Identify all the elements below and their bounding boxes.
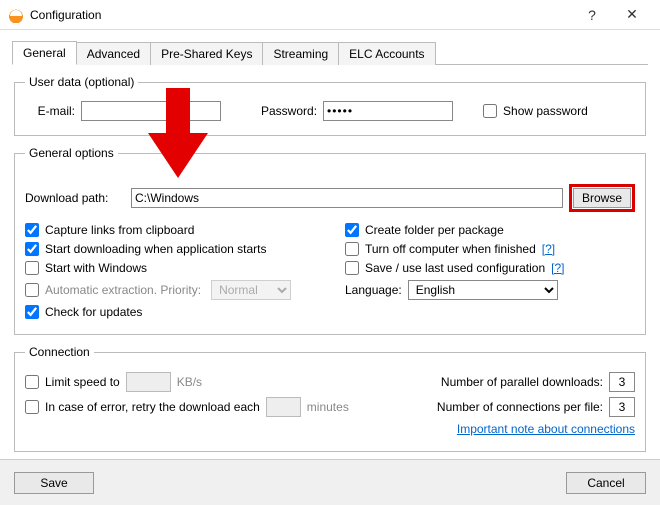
start-downloading-checkbox[interactable]	[25, 242, 39, 256]
password-field[interactable]	[323, 101, 453, 121]
email-field[interactable]	[81, 101, 221, 121]
browse-highlight: Browse	[569, 184, 635, 212]
general-options-legend: General options	[25, 146, 118, 160]
general-options-group: General options Download path: Browse Ca…	[14, 146, 646, 335]
tab-advanced[interactable]: Advanced	[76, 42, 151, 65]
save-button[interactable]: Save	[14, 472, 94, 494]
user-data-legend: User data (optional)	[25, 75, 138, 89]
start-downloading-label: Start downloading when application start…	[45, 242, 266, 256]
download-path-field[interactable]	[131, 188, 563, 208]
capture-links-checkbox[interactable]	[25, 223, 39, 237]
capture-links-label: Capture links from clipboard	[45, 223, 194, 237]
app-icon	[8, 7, 24, 23]
tab-streaming[interactable]: Streaming	[262, 42, 339, 65]
email-label: E-mail:	[25, 104, 75, 118]
footer: Save Cancel	[0, 459, 660, 505]
tab-preshared-keys[interactable]: Pre-Shared Keys	[150, 42, 263, 65]
priority-select: Normal	[211, 280, 291, 300]
help-button[interactable]: ?	[572, 1, 612, 29]
save-last-checkbox[interactable]	[345, 261, 359, 275]
turn-off-checkbox[interactable]	[345, 242, 359, 256]
window-title: Configuration	[30, 8, 101, 22]
parallel-downloads-field[interactable]	[609, 372, 635, 392]
language-select[interactable]: English	[408, 280, 558, 300]
browse-button[interactable]: Browse	[573, 188, 631, 208]
auto-extract-checkbox[interactable]	[25, 283, 39, 297]
create-folder-checkbox[interactable]	[345, 223, 359, 237]
user-data-group: User data (optional) E-mail: Password: S…	[14, 75, 646, 136]
connections-note-link[interactable]: Important note about connections	[457, 422, 635, 436]
limit-speed-field	[126, 372, 171, 392]
check-updates-label: Check for updates	[45, 305, 142, 319]
retry-field	[266, 397, 301, 417]
limit-speed-label: Limit speed to	[45, 375, 120, 389]
password-label: Password:	[261, 104, 317, 118]
check-updates-checkbox[interactable]	[25, 305, 39, 319]
save-last-help-link[interactable]: [?]	[551, 261, 564, 275]
close-button[interactable]: ✕	[612, 1, 652, 29]
connections-per-file-label: Number of connections per file:	[437, 400, 603, 414]
show-password-label: Show password	[503, 104, 588, 118]
connection-legend: Connection	[25, 345, 94, 359]
tab-bar: General Advanced Pre-Shared Keys Streami…	[12, 40, 648, 65]
turn-off-label: Turn off computer when finished	[365, 242, 536, 256]
save-last-label: Save / use last used configuration	[365, 261, 545, 275]
tab-general[interactable]: General	[12, 41, 77, 65]
download-path-label: Download path:	[25, 191, 125, 205]
start-with-windows-label: Start with Windows	[45, 261, 147, 275]
limit-speed-unit: KB/s	[177, 375, 202, 389]
retry-checkbox[interactable]	[25, 400, 39, 414]
parallel-downloads-label: Number of parallel downloads:	[441, 375, 603, 389]
titlebar: Configuration ? ✕	[0, 0, 660, 30]
auto-extract-label: Automatic extraction. Priority:	[45, 283, 201, 297]
connections-per-file-field[interactable]	[609, 397, 635, 417]
limit-speed-checkbox[interactable]	[25, 375, 39, 389]
retry-unit: minutes	[307, 400, 349, 414]
language-label: Language:	[345, 283, 402, 297]
create-folder-label: Create folder per package	[365, 223, 504, 237]
show-password-checkbox[interactable]	[483, 104, 497, 118]
cancel-button[interactable]: Cancel	[566, 472, 646, 494]
connection-group: Connection Limit speed to KB/s In case o…	[14, 345, 646, 452]
start-with-windows-checkbox[interactable]	[25, 261, 39, 275]
retry-label: In case of error, retry the download eac…	[45, 400, 260, 414]
turn-off-help-link[interactable]: [?]	[542, 242, 555, 256]
tab-elc-accounts[interactable]: ELC Accounts	[338, 42, 435, 65]
